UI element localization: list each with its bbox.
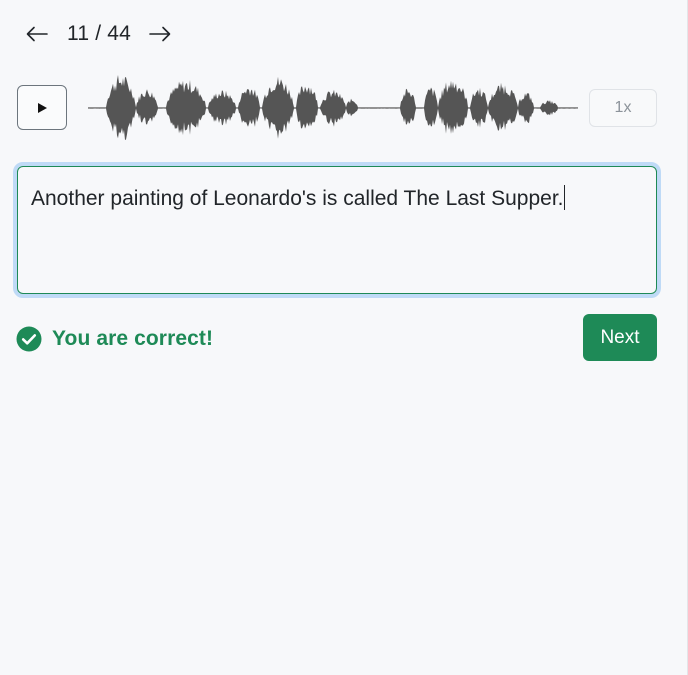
- arrow-right-icon: [149, 26, 171, 42]
- next-button[interactable]: Next: [583, 314, 657, 361]
- audio-waveform[interactable]: [88, 70, 578, 148]
- feedback-message: You are correct!: [16, 326, 213, 352]
- answer-input[interactable]: Another painting of Leonardo's is called…: [17, 166, 657, 294]
- play-button[interactable]: [17, 85, 67, 130]
- playback-speed-button[interactable]: 1x: [589, 89, 657, 127]
- play-icon: [38, 102, 47, 113]
- feedback-text: You are correct!: [52, 327, 214, 350]
- check-circle-icon: [16, 326, 42, 352]
- sentence-counter: 11 / 44: [67, 22, 132, 45]
- arrow-left-icon: [26, 26, 48, 42]
- sentence-navigation: 11 / 44: [24, 18, 173, 50]
- answer-text: Another painting of Leonardo's is called…: [31, 187, 564, 210]
- previous-sentence-button[interactable]: [24, 18, 50, 50]
- answer-focus-ring: Another painting of Leonardo's is called…: [13, 162, 661, 298]
- text-caret: [563, 185, 565, 210]
- waveform-shape: [88, 75, 578, 140]
- next-sentence-arrow-button[interactable]: [147, 18, 173, 50]
